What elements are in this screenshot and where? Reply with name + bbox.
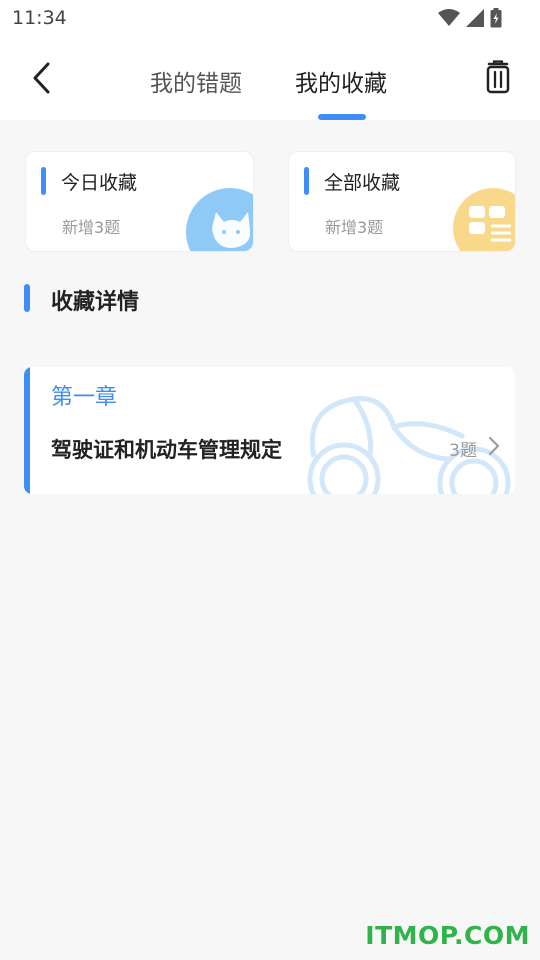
section-accent-bar (24, 284, 30, 312)
today-favorites-card[interactable]: 今日收藏 新增3题 (25, 151, 254, 252)
cat-icon (186, 188, 253, 251)
chapter-accent-bar (24, 367, 30, 494)
chapter-label: 第一章 (51, 385, 118, 410)
chapter-count: 3题 (449, 441, 477, 461)
signal-icon (466, 9, 484, 27)
card-accent-bar (41, 167, 46, 195)
card-title: 全部收藏 (324, 172, 401, 194)
section-title: 收藏详情 (51, 290, 140, 315)
chevron-right-icon (489, 437, 499, 455)
card-subtitle: 新增3题 (325, 218, 384, 237)
card-title: 今日收藏 (61, 172, 138, 194)
tab-my-favorites[interactable]: 我的收藏 (295, 64, 387, 98)
tab-wrong-questions[interactable]: 我的错题 (150, 64, 242, 98)
status-time: 11:34 (12, 7, 67, 29)
back-arrow-icon[interactable] (26, 58, 60, 98)
card-accent-bar (304, 167, 309, 195)
chapter-item[interactable]: 第一章 驾驶证和机动车管理规定 3题 (24, 367, 515, 494)
status-icons (438, 8, 502, 28)
status-bar: 11:34 (0, 0, 540, 36)
chapter-name: 驾驶证和机动车管理规定 (51, 438, 282, 462)
battery-icon (490, 8, 502, 28)
folder-icon (453, 188, 515, 251)
all-favorites-card[interactable]: 全部收藏 新增3题 (288, 151, 516, 252)
wifi-icon (438, 9, 460, 26)
active-tab-indicator (318, 114, 366, 120)
trash-icon[interactable] (484, 60, 512, 94)
motorcycle-illustration (307, 396, 511, 494)
top-nav: 我的错题 我的收藏 (0, 36, 540, 120)
watermark: ITMOP.COM (365, 921, 530, 950)
card-subtitle: 新增3题 (62, 218, 121, 237)
